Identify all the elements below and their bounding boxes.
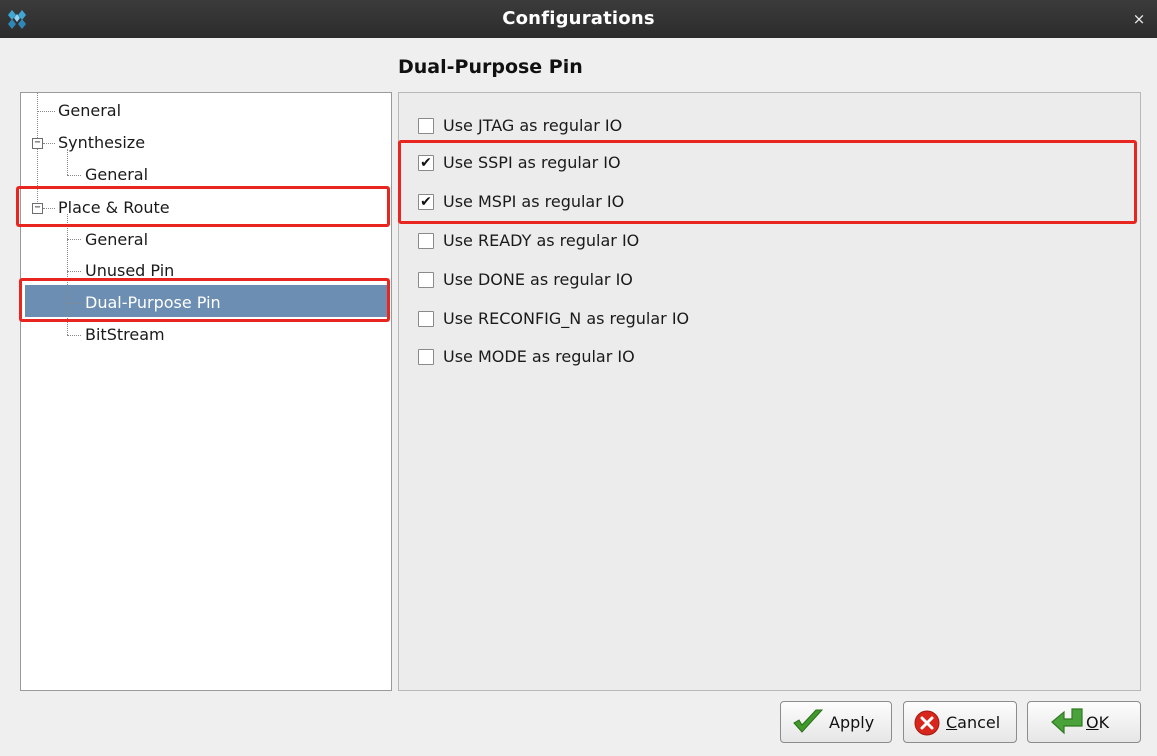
sspi-checkbox[interactable]: ✔ bbox=[418, 155, 434, 171]
green-enter-arrow-icon bbox=[1051, 708, 1083, 735]
jtag-checkbox[interactable] bbox=[418, 118, 434, 134]
close-icon[interactable]: × bbox=[1129, 9, 1149, 29]
mode-checkbox[interactable] bbox=[418, 349, 434, 365]
collapse-icon[interactable]: − bbox=[32, 138, 43, 149]
cancel-button[interactable]: Cancel bbox=[903, 701, 1017, 743]
tree-connector bbox=[67, 175, 81, 176]
tree-connector bbox=[43, 208, 55, 209]
option-label: Use READY as regular IO bbox=[443, 231, 640, 250]
tree-item-place-route-general[interactable]: General bbox=[85, 230, 148, 249]
ready-checkbox[interactable] bbox=[418, 233, 434, 249]
page-title: Dual-Purpose Pin bbox=[398, 56, 583, 78]
tree-connector bbox=[67, 303, 81, 304]
tree-connector bbox=[67, 239, 81, 240]
option-label: Use DONE as regular IO bbox=[443, 270, 633, 289]
option-label: Use MODE as regular IO bbox=[443, 347, 635, 366]
title-bar: Configurations × bbox=[0, 0, 1157, 38]
mspi-checkbox[interactable]: ✔ bbox=[418, 194, 434, 210]
tree-item-place-route[interactable]: Place & Route bbox=[58, 198, 170, 217]
tree-item-bitstream[interactable]: BitStream bbox=[85, 325, 165, 344]
ok-label: OK bbox=[1086, 713, 1110, 732]
settings-tree: − − General Synthesize General Place & R… bbox=[20, 92, 392, 691]
tree-connector bbox=[37, 111, 55, 112]
tree-item-synthesize-general[interactable]: General bbox=[85, 165, 148, 184]
tree-item-dual-purpose-pin[interactable]: Dual-Purpose Pin bbox=[85, 293, 221, 312]
options-panel bbox=[398, 92, 1141, 691]
tree-connector bbox=[67, 335, 81, 336]
collapse-icon[interactable]: − bbox=[32, 203, 43, 214]
apply-button[interactable]: Apply bbox=[780, 701, 892, 743]
tree-connector bbox=[67, 214, 68, 335]
window-title: Configurations bbox=[502, 8, 655, 29]
option-label: Use JTAG as regular IO bbox=[443, 116, 623, 135]
tree-connector bbox=[67, 149, 68, 175]
reconfig-n-checkbox[interactable] bbox=[418, 311, 434, 327]
tree-connector bbox=[43, 143, 55, 144]
tree-connector bbox=[67, 271, 81, 272]
apply-label: Apply bbox=[829, 713, 875, 732]
done-checkbox[interactable] bbox=[418, 272, 434, 288]
ok-button[interactable]: OK bbox=[1027, 701, 1141, 743]
tree-item-general[interactable]: General bbox=[58, 101, 121, 120]
green-checkmark-icon bbox=[793, 709, 824, 733]
tree-item-unused-pin[interactable]: Unused Pin bbox=[85, 261, 174, 280]
option-label: Use MSPI as regular IO bbox=[443, 192, 625, 211]
cancel-label: Cancel bbox=[946, 713, 1001, 732]
option-label: Use RECONFIG_N as regular IO bbox=[443, 309, 690, 328]
red-x-icon bbox=[914, 710, 940, 736]
option-label: Use SSPI as regular IO bbox=[443, 153, 621, 172]
tree-item-synthesize[interactable]: Synthesize bbox=[58, 133, 145, 152]
